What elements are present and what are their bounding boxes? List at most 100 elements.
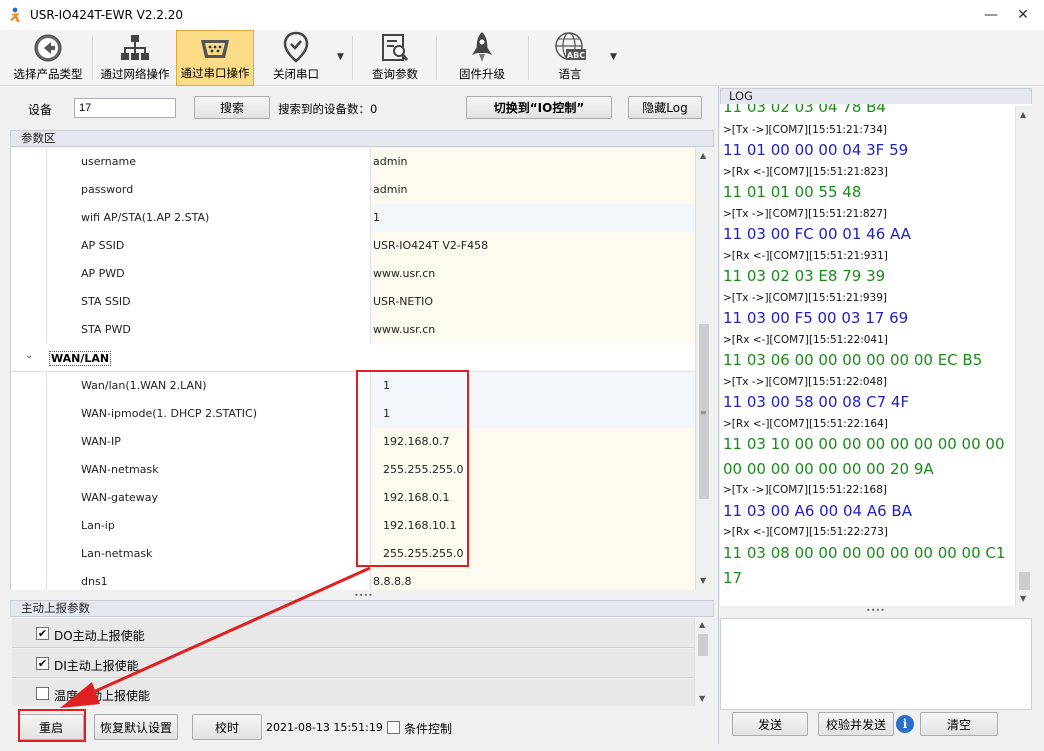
serial-operation-button[interactable]: 通过串口操作 (176, 30, 254, 86)
param-row[interactable]: Wan/lan(1.WAN 2.LAN) 1 (11, 372, 695, 400)
splitter-grip[interactable]: •••• (866, 606, 885, 615)
scroll-thumb[interactable] (1019, 572, 1030, 590)
log-line: 11 03 08 00 00 00 00 00 00 00 00 C1 (723, 544, 1006, 562)
network-operation-button[interactable]: 通过网络操作 (96, 30, 174, 86)
firmware-upgrade-button[interactable]: 固件升级 (446, 30, 518, 86)
param-name: wifi AP/STA(1.AP 2.STA) (46, 204, 370, 232)
param-name: Wan/lan(1.WAN 2.LAN) (46, 372, 370, 400)
param-value[interactable]: www.usr.cn (370, 316, 695, 344)
chevron-down-icon[interactable]: ▼ (337, 52, 344, 62)
param-row[interactable]: WAN-ipmode(1. DHCP 2.STATIC) 1 (11, 400, 695, 428)
group-title: WAN/LAN (49, 351, 112, 366)
toolbar-label: 语言 (558, 67, 582, 81)
toolbar-label: 关闭串口 (273, 67, 319, 81)
annotation-arrow (60, 566, 371, 708)
log-line: 11 03 06 00 00 00 00 00 00 EC B5 (723, 351, 983, 369)
param-name: STA SSID (46, 288, 370, 316)
log-line: 17 (723, 569, 743, 587)
select-product-type-button[interactable]: 选择产品类型 (8, 30, 88, 86)
toolbar-label: 通过串口操作 (180, 66, 250, 80)
param-row[interactable]: WAN-IP 192.168.0.7 (11, 428, 695, 456)
log-line: >[Tx ->][COM7][15:51:21:827] (723, 208, 888, 220)
info-icon[interactable]: i (896, 715, 914, 733)
log-line: 00 00 00 00 00 00 00 20 9A (723, 460, 934, 478)
group-row-wan-lan[interactable]: ⌄ WAN/LAN (11, 344, 695, 372)
param-value[interactable]: admin (370, 148, 695, 176)
minimize-icon: — (984, 7, 998, 23)
scroll-down-icon[interactable]: ▼ (1020, 594, 1026, 603)
param-row[interactable]: AP PWD www.usr.cn (11, 260, 695, 288)
search-button[interactable]: 搜索 (194, 96, 270, 119)
log-line: >[Tx ->][COM7][15:51:21:734] (723, 124, 888, 136)
param-row[interactable]: AP SSID USR-IO424T V2-F458 (11, 232, 695, 260)
param-value[interactable]: 8.8.8.8 (370, 568, 695, 590)
log-line: 11 03 00 F5 00 03 17 69 (723, 309, 909, 327)
log-line: 11 03 00 58 00 08 C7 4F (723, 393, 910, 411)
param-value[interactable]: USR-NETIO (370, 288, 695, 316)
scroll-down-icon[interactable]: ▼ (700, 576, 706, 585)
toolbar-divider (352, 36, 353, 80)
param-name: WAN-netmask (46, 456, 370, 484)
report-scrollbar[interactable]: ▲ ▼ (694, 618, 710, 706)
globe-abc-icon: ABC (555, 32, 586, 60)
log-line: >[Rx <-][COM7][15:51:22:041] (723, 334, 888, 346)
params-scrollbar[interactable]: ▲ ≡ ▼ (695, 148, 710, 590)
close-serial-button[interactable]: 关闭串口 (258, 30, 334, 86)
hide-log-button[interactable]: 隐藏Log (628, 96, 702, 119)
location-pin-icon (283, 31, 309, 63)
scroll-up-icon[interactable]: ▲ (699, 620, 705, 629)
send-button[interactable]: 发送 (732, 712, 808, 736)
param-name: AP PWD (46, 260, 370, 288)
minimize-button[interactable]: — (976, 4, 1006, 26)
verify-send-button[interactable]: 校验并发送 (818, 712, 894, 736)
clear-button[interactable]: 清空 (920, 712, 998, 736)
log-line: >[Tx ->][COM7][15:51:21:939] (723, 292, 888, 304)
log-line: >[Rx <-][COM7][15:51:22:273] (723, 526, 888, 538)
param-row[interactable]: password admin (11, 176, 695, 204)
log-line: 11 03 10 00 00 00 00 00 00 00 00 00 (723, 435, 1005, 453)
condition-control-label: 条件控制 (404, 722, 453, 736)
close-button[interactable]: ✕ (1008, 4, 1038, 26)
toolbar-divider (436, 36, 437, 80)
log-line: >[Tx ->][COM7][15:51:22:048] (723, 376, 888, 388)
param-row[interactable]: STA SSID USR-NETIO (11, 288, 695, 316)
scroll-up-icon[interactable]: ▲ (1020, 110, 1026, 119)
log-scrollbar[interactable]: ▲ ▼ (1015, 106, 1032, 606)
param-row[interactable]: Lan-ip 192.168.10.1 (11, 512, 695, 540)
condition-control-checkbox[interactable] (387, 721, 400, 734)
param-row[interactable]: WAN-netmask 255.255.255.0 (11, 456, 695, 484)
grip-icon: ≡ (700, 408, 707, 417)
query-params-button[interactable]: 查询参数 (362, 30, 428, 86)
param-row[interactable]: username admin (11, 148, 695, 176)
log-line: 11 03 02 03 04 78 B4 (723, 104, 886, 116)
language-button[interactable]: ABC 语言 (538, 30, 602, 86)
highlight-box (356, 370, 469, 567)
network-icon (121, 35, 149, 60)
title-bar: USR-IO424T-EWR V2.2.20 — ✕ (0, 0, 1044, 30)
svg-text:ABC: ABC (567, 51, 585, 60)
send-input[interactable] (720, 618, 1032, 710)
toolbar-label: 查询参数 (372, 67, 418, 81)
param-name: WAN-ipmode(1. DHCP 2.STATIC) (46, 400, 370, 428)
toolbar-label: 选择产品类型 (13, 67, 83, 81)
chevron-down-icon[interactable]: ⌄ (25, 350, 33, 361)
switch-io-control-button[interactable]: 切换到“IO控制” (466, 96, 612, 119)
param-name: username (46, 148, 370, 176)
param-value[interactable]: USR-IO424T V2-F458 (370, 232, 695, 260)
window-title: USR-IO424T-EWR V2.2.20 (30, 8, 184, 22)
scroll-thumb[interactable] (698, 634, 708, 656)
device-input[interactable] (74, 98, 176, 118)
param-name: WAN-gateway (46, 484, 370, 512)
log-view[interactable]: 11 03 02 03 04 78 B4 >[Tx ->][COM7][15:5… (720, 104, 1032, 606)
param-value[interactable]: admin (370, 176, 695, 204)
scroll-down-icon[interactable]: ▼ (699, 694, 705, 703)
param-row[interactable]: STA PWD www.usr.cn (11, 316, 695, 344)
param-value[interactable]: 1 (370, 204, 695, 232)
log-line: 11 03 02 03 E8 79 39 (723, 267, 886, 285)
param-row[interactable]: wifi AP/STA(1.AP 2.STA) 1 (11, 204, 695, 232)
close-icon: ✕ (1017, 7, 1029, 23)
chevron-down-icon[interactable]: ▼ (610, 52, 617, 62)
scroll-up-icon[interactable]: ▲ (700, 151, 706, 160)
param-row[interactable]: WAN-gateway 192.168.0.1 (11, 484, 695, 512)
param-value[interactable]: www.usr.cn (370, 260, 695, 288)
